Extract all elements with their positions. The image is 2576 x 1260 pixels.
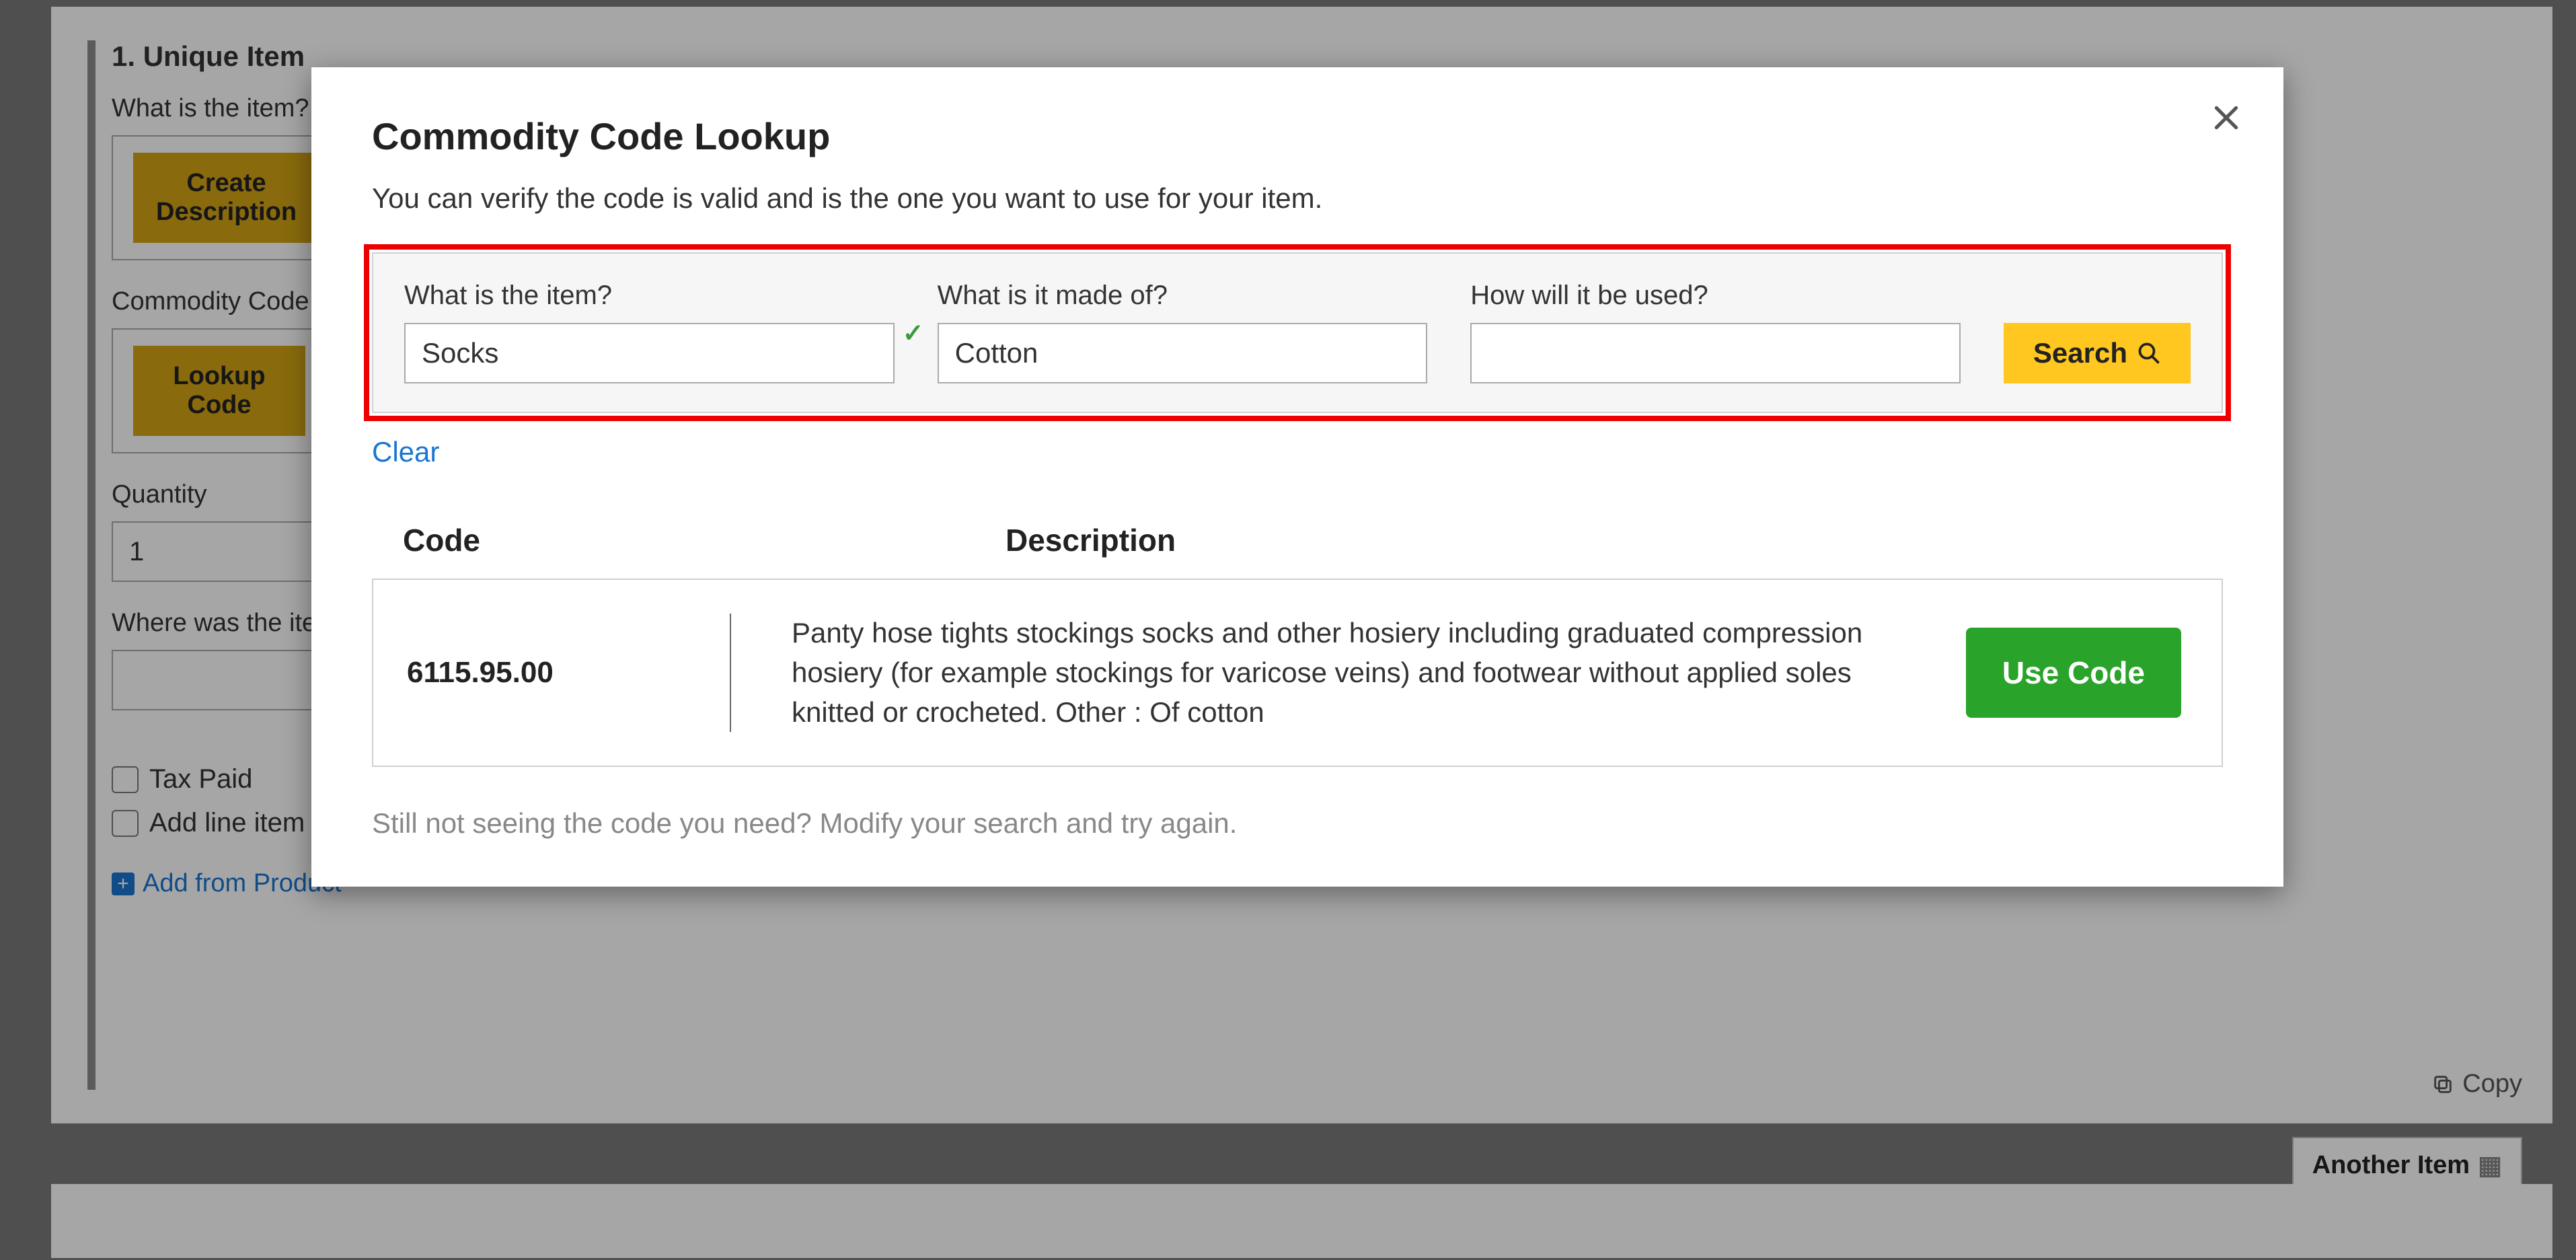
bottom-hint-text: Still not seeing the code you need? Modi… (372, 807, 2223, 840)
search-icon (2137, 341, 2161, 365)
use-question-label: How will it be used? (1470, 281, 1961, 311)
close-icon (2209, 101, 2243, 135)
clear-link[interactable]: Clear (372, 436, 439, 468)
close-button[interactable] (2209, 101, 2243, 138)
search-button-label: Search (2033, 337, 2127, 369)
modal-subtitle: You can verify the code is valid and is … (372, 182, 2223, 215)
use-column: How will it be used? (1470, 281, 1961, 383)
item-column: What is the item? ✓ (404, 281, 895, 383)
search-button[interactable]: Search (2004, 323, 2191, 383)
result-divider (730, 614, 731, 732)
item-question-label: What is the item? (404, 281, 895, 311)
commodity-code-lookup-modal: Commodity Code Lookup You can verify the… (311, 67, 2283, 887)
code-column-header: Code (403, 522, 1006, 558)
result-row: 6115.95.00 Panty hose tights stockings s… (372, 579, 2223, 767)
use-code-button[interactable]: Use Code (1966, 628, 2181, 718)
checkmark-icon: ✓ (903, 318, 924, 348)
item-input[interactable] (404, 323, 895, 383)
material-input[interactable] (938, 323, 1428, 383)
result-description: Panty hose tights stockings socks and ot… (792, 614, 1966, 732)
description-column-header: Description (1006, 522, 1176, 558)
use-input[interactable] (1470, 323, 1961, 383)
material-question-label: What is it made of? (938, 281, 1428, 311)
result-header-row: Code Description (372, 522, 2223, 558)
material-column: What is it made of? (938, 281, 1428, 383)
result-code: 6115.95.00 (407, 656, 730, 690)
search-panel: What is the item? ✓ What is it made of? … (372, 252, 2223, 413)
modal-title: Commodity Code Lookup (372, 114, 2223, 158)
